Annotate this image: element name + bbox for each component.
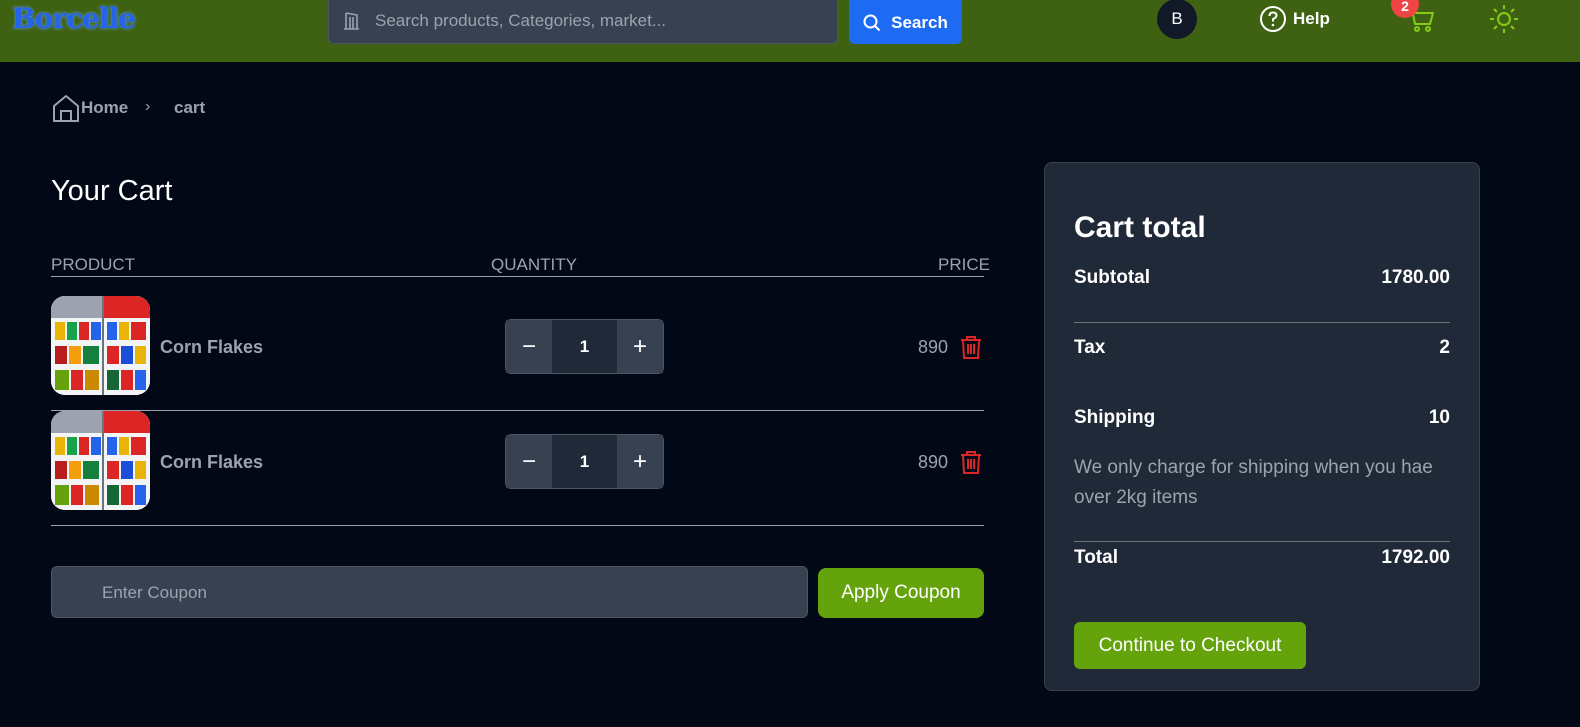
storefront-icon (344, 12, 359, 30)
header-divider (51, 276, 984, 277)
tax-row: Tax 2 (1074, 337, 1450, 359)
divider (1074, 322, 1450, 323)
shipping-label: Shipping (1074, 407, 1156, 428)
cart-row: Corn Flakes − 1 + 890 (51, 411, 984, 526)
column-header-price: PRICE (938, 255, 990, 274)
checkout-button[interactable]: Continue to Checkout (1074, 622, 1306, 669)
sun-icon[interactable] (1489, 4, 1519, 34)
shipping-note: We only charge for shipping when you hae… (1074, 457, 1433, 508)
total-label: Total (1074, 547, 1118, 568)
breadcrumb-home[interactable]: Home (81, 98, 128, 118)
search-icon (863, 14, 881, 32)
shipping-value: 10 (1428, 407, 1450, 428)
increase-quantity-button[interactable]: + (617, 320, 663, 373)
search-button[interactable]: Search (849, 0, 962, 44)
quantity-value[interactable]: 1 (552, 320, 617, 373)
page-title: Your Cart (51, 175, 173, 207)
total-value: 1792.00 (1381, 547, 1450, 568)
search-input[interactable] (375, 7, 815, 35)
product-name[interactable]: Corn Flakes (160, 452, 263, 473)
trash-icon[interactable] (958, 334, 984, 360)
apply-coupon-button[interactable]: Apply Coupon (818, 568, 984, 618)
cart-total-title: Cart total (1074, 211, 1206, 244)
quantity-value[interactable]: 1 (552, 435, 617, 488)
help-link[interactable]: Help (1259, 4, 1330, 34)
help-label: Help (1293, 9, 1330, 28)
breadcrumb-current: cart (174, 98, 206, 117)
subtotal-value: 1780.00 (1381, 267, 1450, 288)
tax-label: Tax (1074, 337, 1106, 358)
quantity-stepper: − 1 + (505, 319, 664, 374)
cart-row: Corn Flakes − 1 + 890 (51, 296, 984, 411)
search-button-label: Search (891, 13, 948, 32)
divider (1074, 541, 1450, 542)
subtotal-label: Subtotal (1074, 267, 1150, 288)
item-price: 890 (917, 452, 948, 472)
brand-logo[interactable]: Borcelle (12, 2, 136, 35)
home-icon[interactable] (51, 93, 81, 123)
search-box (328, 0, 838, 44)
column-header-quantity: QUANTITY (491, 255, 577, 274)
cart-total-panel: Cart total Subtotal 1780.00 Tax 2 Shippi… (1044, 162, 1480, 691)
product-image[interactable] (51, 296, 150, 395)
shipping-row: Shipping 10 (1074, 407, 1450, 429)
user-avatar[interactable]: B (1157, 0, 1197, 39)
quantity-stepper: − 1 + (505, 434, 664, 489)
coupon-field (51, 566, 808, 618)
subtotal-row: Subtotal 1780.00 (1074, 267, 1450, 289)
question-circle-icon (1260, 6, 1286, 32)
item-price: 890 (917, 337, 948, 357)
top-navbar: Borcelle Search B Help 2 (0, 0, 1580, 62)
chevron-right-icon: › (145, 98, 151, 115)
total-row: Total 1792.00 (1074, 547, 1450, 569)
increase-quantity-button[interactable]: + (617, 435, 663, 488)
trash-icon[interactable] (958, 449, 984, 475)
coupon-input[interactable] (102, 579, 782, 607)
column-header-product: PRODUCT (51, 255, 136, 274)
product-name[interactable]: Corn Flakes (160, 337, 263, 358)
decrease-quantity-button[interactable]: − (506, 435, 552, 488)
tax-value: 2 (1439, 337, 1450, 358)
product-image[interactable] (51, 411, 150, 510)
decrease-quantity-button[interactable]: − (506, 320, 552, 373)
